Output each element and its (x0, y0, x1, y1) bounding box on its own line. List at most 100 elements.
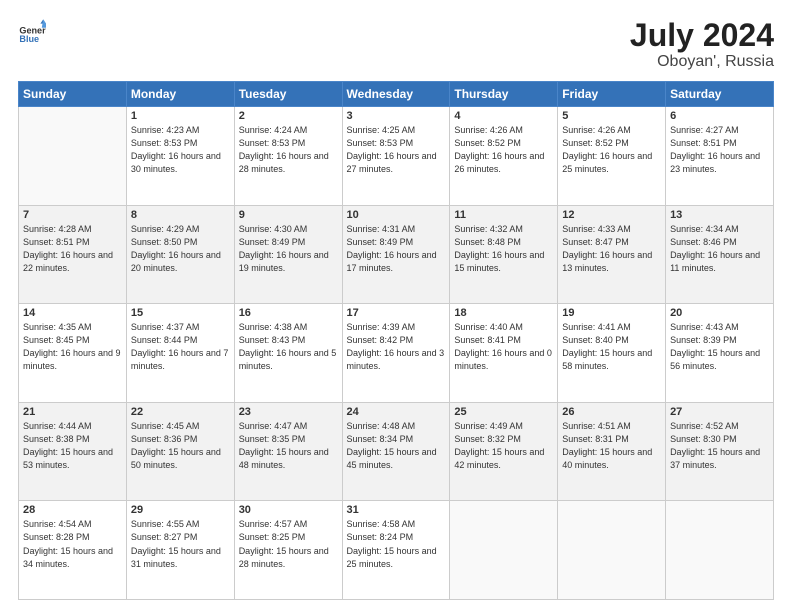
day-info: Sunrise: 4:44 AMSunset: 8:38 PMDaylight:… (23, 420, 122, 472)
calendar-cell: 15 Sunrise: 4:37 AM Sunset: 8:44 PM Dayligh… (126, 304, 234, 403)
calendar-cell: 9Sunrise: 4:30 AMSunset: 8:49 PMDaylight… (234, 205, 342, 304)
day-header-wednesday: Wednesday (342, 82, 450, 107)
day-number: 2 (239, 110, 338, 122)
calendar-cell: 1Sunrise: 4:23 AMSunset: 8:53 PMDaylight… (126, 107, 234, 206)
sunset-text: Sunset: 8:53 PM (131, 138, 198, 148)
sunset-text: Sunset: 8:51 PM (670, 138, 737, 148)
sunset-text: Sunset: 8:36 PM (131, 434, 198, 444)
daylight-text: Daylight: 16 hours and 7 minutes. (131, 348, 229, 371)
calendar-cell: 29 Sunrise: 4:55 AMSunset: 8:27 PMDayligh… (126, 501, 234, 600)
day-info: Sunrise: 4:26 AMSunset: 8:52 PMDaylight:… (562, 124, 661, 176)
sunrise-text: Sunrise: 4:43 AM (670, 322, 739, 332)
day-number: 31 (347, 504, 446, 516)
daylight-text: Daylight: 16 hours and 20 minutes. (131, 250, 221, 273)
day-number: 5 (562, 110, 661, 122)
sunrise-text: Sunrise: 4:28 AM (23, 224, 92, 234)
sunset-text: Sunset: 8:50 PM (131, 237, 198, 247)
day-number: 20 (670, 307, 769, 319)
daylight-text: Daylight: 16 hours and 11 minutes. (670, 250, 760, 273)
sunset-text: Sunset: 8:51 PM (23, 237, 90, 247)
daylight-text: Daylight: 16 hours and 28 minutes. (239, 151, 329, 174)
sunrise-text: Sunrise: 4:32 AM (454, 224, 523, 234)
day-number: 30 (239, 504, 338, 516)
day-info: Sunrise: 4:55 AMSunset: 8:27 PMDaylight:… (131, 518, 230, 570)
day-info: Sunrise: 4:29 AMSunset: 8:50 PMDaylight:… (131, 223, 230, 275)
day-number: 24 (347, 406, 446, 418)
header: General Blue July 2024 Oboyan', Russia (18, 18, 774, 71)
sunrise-text: Sunrise: 4:33 AM (562, 224, 631, 234)
calendar-cell: 6Sunrise: 4:27 AMSunset: 8:51 PMDaylight… (666, 107, 774, 206)
day-info: Sunrise: 4:26 AMSunset: 8:52 PMDaylight:… (454, 124, 553, 176)
sunrise-text: Sunrise: 4:51 AM (562, 421, 631, 431)
calendar-cell: 11Sunrise: 4:32 AMSunset: 8:48 PMDayligh… (450, 205, 558, 304)
day-number: 1 (131, 110, 230, 122)
day-number: 29 (131, 504, 230, 516)
calendar-cell: 10Sunrise: 4:31 AMSunset: 8:49 PMDayligh… (342, 205, 450, 304)
daylight-text: Daylight: 15 hours and 40 minutes. (562, 447, 652, 470)
sunset-text: Sunset: 8:38 PM (23, 434, 90, 444)
calendar-cell: 21Sunrise: 4:44 AMSunset: 8:38 PMDayligh… (19, 402, 127, 501)
day-number: 3 (347, 110, 446, 122)
day-number: 19 (562, 307, 661, 319)
daylight-text: Daylight: 15 hours and 25 minutes. (347, 546, 437, 569)
sunrise-text: Sunrise: 4:48 AM (347, 421, 416, 431)
sunrise-text: Sunrise: 4:30 AM (239, 224, 308, 234)
daylight-text: Daylight: 15 hours and 48 minutes. (239, 447, 329, 470)
day-header-friday: Friday (558, 82, 666, 107)
day-number: 17 (347, 307, 446, 319)
calendar-cell: 28Sunrise: 4:54 AMSunset: 8:28 PMDayligh… (19, 501, 127, 600)
day-number: 15 (131, 307, 230, 319)
sunrise-text: Sunrise: 4:23 AM (131, 125, 200, 135)
day-header-sunday: Sunday (19, 82, 127, 107)
day-info: Sunrise: 4:39 AMSunset: 8:42 PMDaylight:… (347, 321, 446, 373)
calendar-cell: 20Sunrise: 4:43 AMSunset: 8:39 PMDayligh… (666, 304, 774, 403)
sunset-text: Sunset: 8:53 PM (239, 138, 306, 148)
day-number: 8 (131, 209, 230, 221)
day-info: Sunrise: 4:40 AMSunset: 8:41 PMDaylight:… (454, 321, 553, 373)
calendar-cell: 17 Sunrise: 4:39 AMSunset: 8:42 PMDayligh… (342, 304, 450, 403)
daylight-text: Daylight: 15 hours and 31 minutes. (131, 546, 221, 569)
sunrise-text: Sunrise: 4:27 AM (670, 125, 739, 135)
sunset-text: Sunset: 8:44 PM (131, 335, 198, 345)
sunrise-text: Sunrise: 4:31 AM (347, 224, 416, 234)
day-number: 27 (670, 406, 769, 418)
daylight-text: Daylight: 16 hours and 15 minutes. (454, 250, 544, 273)
daylight-text: Daylight: 16 hours and 23 minutes. (670, 151, 760, 174)
day-header-tuesday: Tuesday (234, 82, 342, 107)
sunrise-text: Sunrise: 4:41 AM (562, 322, 631, 332)
sunset-text: Sunset: 8:49 PM (347, 237, 414, 247)
day-info: Sunrise: 4:51 AMSunset: 8:31 PMDaylight:… (562, 420, 661, 472)
sunset-text: Sunset: 8:28 PM (23, 532, 90, 542)
sunset-text: Sunset: 8:47 PM (562, 237, 629, 247)
day-info: Sunrise: 4:24 AMSunset: 8:53 PMDaylight:… (239, 124, 338, 176)
daylight-text: Daylight: 15 hours and 45 minutes. (347, 447, 437, 470)
sunrise-text: Sunrise: 4:58 AM (347, 519, 416, 529)
calendar-header-row: SundayMondayTuesdayWednesdayThursdayFrid… (19, 82, 774, 107)
calendar-cell: 30Sunrise: 4:57 AMSunset: 8:25 PMDayligh… (234, 501, 342, 600)
day-number: 18 (454, 307, 553, 319)
sunrise-text: Sunrise: 4:52 AM (670, 421, 739, 431)
day-info: Sunrise: 4:37 AM Sunset: 8:44 PM Daylight:… (131, 321, 230, 373)
calendar-cell: 19Sunrise: 4:41 AMSunset: 8:40 PMDayligh… (558, 304, 666, 403)
day-number: 7 (23, 209, 122, 221)
day-info: Sunrise: 4:47 AMSunset: 8:35 PMDaylight:… (239, 420, 338, 472)
day-info: Sunrise: 4:48 AMSunset: 8:34 PMDaylight:… (347, 420, 446, 472)
day-info: Sunrise: 4:27 AM Sunset: 8:51 PM Daylight:… (670, 124, 769, 176)
svg-text:Blue: Blue (19, 34, 39, 44)
sunrise-text: Sunrise: 4:37 AM (131, 322, 200, 332)
calendar-table: SundayMondayTuesdayWednesdayThursdayFrid… (18, 81, 774, 600)
calendar-cell: 26 Sunrise: 4:51 AMSunset: 8:31 PMDayligh… (558, 402, 666, 501)
daylight-text: Daylight: 15 hours and 58 minutes. (562, 348, 652, 371)
daylight-text: Daylight: 16 hours and 3 minutes. (347, 348, 445, 371)
logo: General Blue (18, 18, 46, 46)
day-info: Sunrise: 4:28 AMSunset: 8:51 PMDaylight:… (23, 223, 122, 275)
calendar-cell (450, 501, 558, 600)
location-title: Oboyan', Russia (630, 53, 774, 71)
day-number: 26 (562, 406, 661, 418)
calendar-cell: 4Sunrise: 4:26 AMSunset: 8:52 PMDaylight… (450, 107, 558, 206)
sunset-text: Sunset: 8:52 PM (562, 138, 629, 148)
day-number: 11 (454, 209, 553, 221)
daylight-text: Daylight: 16 hours and 19 minutes. (239, 250, 329, 273)
calendar-cell: 31Sunrise: 4:58 AMSunset: 8:24 PMDayligh… (342, 501, 450, 600)
day-info: Sunrise: 4:23 AMSunset: 8:53 PMDaylight:… (131, 124, 230, 176)
